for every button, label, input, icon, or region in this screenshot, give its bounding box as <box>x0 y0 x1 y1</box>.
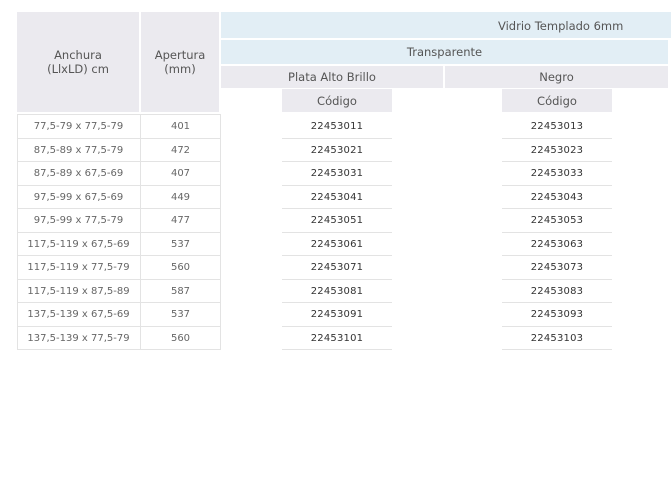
code-cell-plata: 22453041 <box>310 191 364 203</box>
aperture-cell: 537 <box>170 309 191 321</box>
table-body: 77,5-79 x 77,5-79 401 22453011 22453013 87,5… <box>0 0 671 501</box>
width-cell: 137,5-139 x 67,5-69 <box>27 309 130 321</box>
table-row: 117,5-119 x 87,5-89 587 22453081 22453083 <box>0 280 671 303</box>
code-cell-negro: 22453043 <box>530 191 584 203</box>
code-cell-negro: 22453063 <box>530 238 584 250</box>
code-cell-negro: 22453083 <box>530 285 584 297</box>
width-cell: 87,5-89 x 77,5-79 <box>33 144 124 156</box>
aperture-cell: 472 <box>170 144 191 156</box>
aperture-cell: 560 <box>170 332 191 344</box>
code-cell-plata: 22453051 <box>310 215 364 227</box>
aperture-cell: 477 <box>170 215 191 227</box>
code-cell-negro: 22453013 <box>530 121 584 133</box>
aperture-cell: 401 <box>170 121 191 133</box>
width-cell: 137,5-139 x 77,5-79 <box>27 332 130 344</box>
width-cell: 97,5-99 x 77,5-79 <box>33 215 124 227</box>
row-divider <box>502 349 612 350</box>
table-row: 77,5-79 x 77,5-79 401 22453011 22453013 <box>0 115 671 139</box>
width-cell: 77,5-79 x 77,5-79 <box>33 121 124 133</box>
table-row: 97,5-99 x 77,5-79 477 22453051 22453053 <box>0 209 671 233</box>
aperture-cell: 449 <box>170 191 191 203</box>
aperture-cell: 587 <box>170 285 191 297</box>
code-cell-negro: 22453093 <box>530 309 584 321</box>
width-cell: 87,5-89 x 67,5-69 <box>33 168 124 180</box>
code-cell-plata: 22453061 <box>310 238 364 250</box>
row-divider <box>17 349 220 350</box>
code-cell-plata: 22453081 <box>310 285 364 297</box>
code-cell-plata: 22453021 <box>310 144 364 156</box>
table-row: 87,5-89 x 77,5-79 472 22453021 22453023 <box>0 139 671 162</box>
code-cell-negro: 22453033 <box>530 168 584 180</box>
width-cell: 117,5-119 x 87,5-89 <box>27 285 130 297</box>
aperture-cell: 560 <box>170 262 191 274</box>
width-cell: 117,5-119 x 77,5-79 <box>27 262 130 274</box>
code-cell-plata: 22453031 <box>310 168 364 180</box>
width-cell: 117,5-119 x 67,5-69 <box>27 238 130 250</box>
table-row: 87,5-89 x 67,5-69 407 22453031 22453033 <box>0 162 671 186</box>
code-cell-plata: 22453071 <box>310 262 364 274</box>
aperture-cell: 537 <box>170 238 191 250</box>
aperture-cell: 407 <box>170 168 191 180</box>
code-cell-negro: 22453073 <box>530 262 584 274</box>
table-row: 137,5-139 x 77,5-79 560 22453101 22453103 <box>0 327 671 350</box>
table-row: 97,5-99 x 67,5-69 449 22453041 22453043 <box>0 186 671 209</box>
row-divider <box>282 349 392 350</box>
table-row: 137,5-139 x 67,5-69 537 22453091 22453093 <box>0 303 671 327</box>
table-row: 117,5-119 x 67,5-69 537 22453061 22453063 <box>0 233 671 256</box>
width-cell: 97,5-99 x 67,5-69 <box>33 191 124 203</box>
table-row: 117,5-119 x 77,5-79 560 22453071 22453073 <box>0 256 671 280</box>
code-cell-negro: 22453103 <box>530 332 584 344</box>
code-cell-plata: 22453011 <box>310 121 364 133</box>
code-cell-negro: 22453023 <box>530 144 584 156</box>
code-cell-plata: 22453101 <box>310 332 364 344</box>
code-cell-negro: 22453053 <box>530 215 584 227</box>
code-cell-plata: 22453091 <box>310 309 364 321</box>
